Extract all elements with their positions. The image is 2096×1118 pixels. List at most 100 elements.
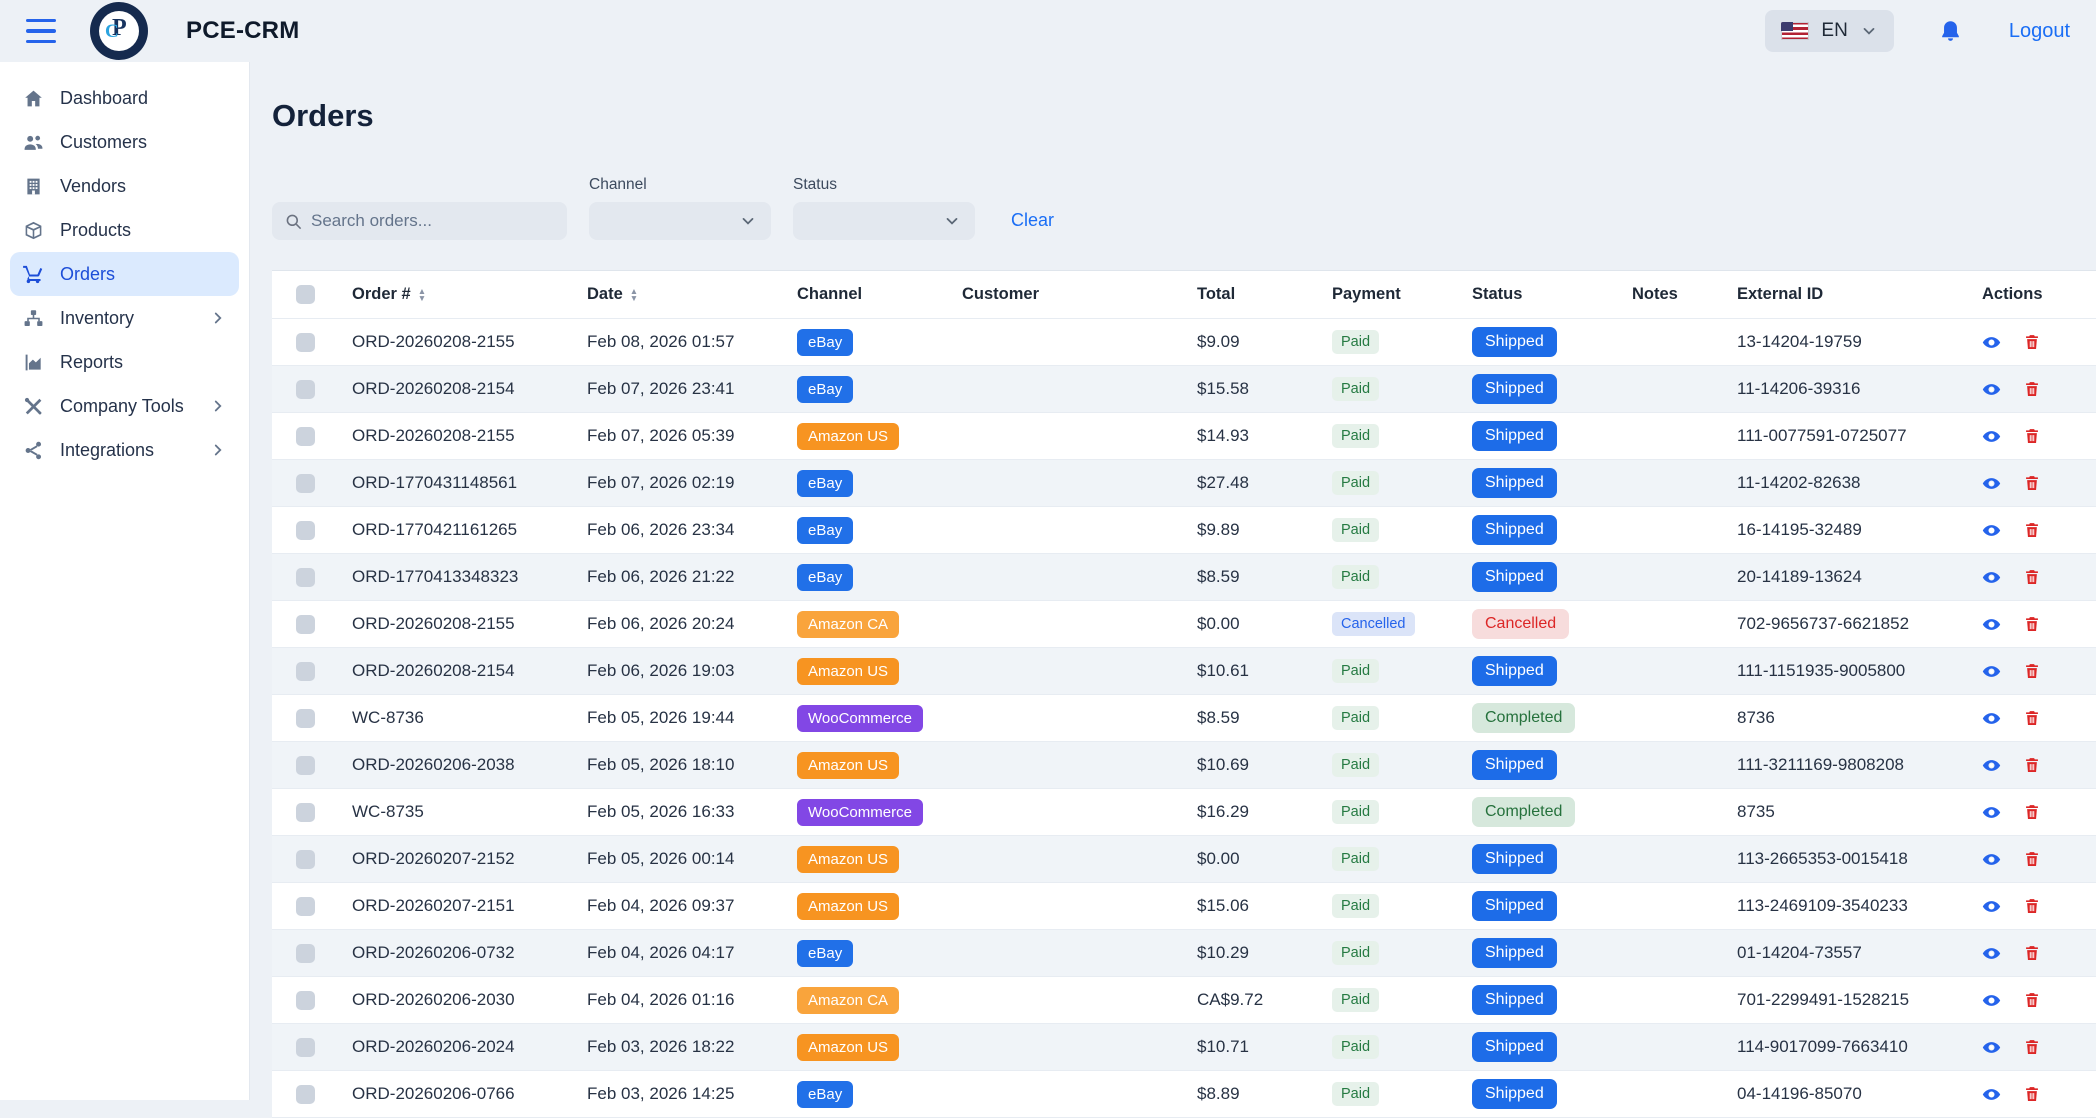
logout-link[interactable]: Logout xyxy=(2009,20,2070,43)
customer-cell xyxy=(962,1075,1197,1114)
sidebar-item-integrations[interactable]: Integrations xyxy=(10,428,239,472)
delete-order-button[interactable] xyxy=(2023,568,2041,586)
filters-bar: Channel Status Clear xyxy=(272,176,2096,240)
delete-order-button[interactable] xyxy=(2023,474,2041,492)
delete-order-button[interactable] xyxy=(2023,897,2041,915)
view-order-button[interactable] xyxy=(1982,333,2001,352)
sort-icon[interactable]: ▲▼ xyxy=(418,288,426,302)
row-checkbox[interactable] xyxy=(296,662,315,681)
view-order-button[interactable] xyxy=(1982,474,2001,493)
sidebar-item-label: Orders xyxy=(60,264,115,285)
view-order-button[interactable] xyxy=(1982,1038,2001,1057)
column-header-customer: Customer xyxy=(962,285,1197,304)
delete-order-button[interactable] xyxy=(2023,427,2041,445)
delete-order-button[interactable] xyxy=(2023,991,2041,1009)
delete-order-button[interactable] xyxy=(2023,850,2041,868)
sidebar-item-dashboard[interactable]: Dashboard xyxy=(10,76,239,120)
order-total: $8.59 xyxy=(1197,708,1332,728)
status-badge: Shipped xyxy=(1472,1079,1557,1109)
row-checkbox[interactable] xyxy=(296,803,315,822)
row-checkbox[interactable] xyxy=(296,615,315,634)
view-order-button[interactable] xyxy=(1982,615,2001,634)
customer-cell xyxy=(962,323,1197,362)
column-header-channel: Channel xyxy=(797,285,962,304)
external-id: 11-14202-82638 xyxy=(1737,473,1982,493)
column-header-date[interactable]: Date▲▼ xyxy=(587,285,797,304)
row-checkbox[interactable] xyxy=(296,568,315,587)
view-order-button[interactable] xyxy=(1982,709,2001,728)
delete-order-button[interactable] xyxy=(2023,756,2041,774)
delete-order-button[interactable] xyxy=(2023,333,2041,351)
status-badge: Shipped xyxy=(1472,374,1557,404)
status-filter-select[interactable] xyxy=(793,202,975,240)
order-number: ORD-20260206-0766 xyxy=(352,1084,587,1104)
view-order-button[interactable] xyxy=(1982,803,2001,822)
delete-order-button[interactable] xyxy=(2023,803,2041,821)
row-checkbox[interactable] xyxy=(296,850,315,869)
view-order-button[interactable] xyxy=(1982,662,2001,681)
view-order-button[interactable] xyxy=(1982,427,2001,446)
search-box[interactable] xyxy=(272,202,567,240)
row-checkbox[interactable] xyxy=(296,756,315,775)
delete-order-button[interactable] xyxy=(2023,1038,2041,1056)
customer-cell xyxy=(962,934,1197,973)
select-all-checkbox[interactable] xyxy=(296,285,315,304)
table-row: ORD-1770421161265 Feb 06, 2026 23:34 eBa… xyxy=(272,507,2096,554)
view-order-button[interactable] xyxy=(1982,1085,2001,1104)
view-order-button[interactable] xyxy=(1982,380,2001,399)
row-checkbox[interactable] xyxy=(296,380,315,399)
row-checkbox[interactable] xyxy=(296,709,315,728)
sidebar-item-reports[interactable]: Reports xyxy=(10,340,239,384)
menu-toggle-button[interactable] xyxy=(26,19,56,43)
external-id: 16-14195-32489 xyxy=(1737,520,1982,540)
clear-filters-link[interactable]: Clear xyxy=(1011,210,1054,231)
sidebar-item-vendors[interactable]: Vendors xyxy=(10,164,239,208)
view-order-button[interactable] xyxy=(1982,944,2001,963)
sidebar-item-label: Integrations xyxy=(60,440,154,461)
sidebar-item-company-tools[interactable]: Company Tools xyxy=(10,384,239,428)
sidebar-item-orders[interactable]: Orders xyxy=(10,252,239,296)
row-checkbox[interactable] xyxy=(296,474,315,493)
row-checkbox[interactable] xyxy=(296,1038,315,1057)
delete-order-button[interactable] xyxy=(2023,662,2041,680)
row-checkbox[interactable] xyxy=(296,897,315,916)
sidebar-item-products[interactable]: Products xyxy=(10,208,239,252)
us-flag-icon xyxy=(1781,22,1809,40)
delete-order-button[interactable] xyxy=(2023,521,2041,539)
view-order-button[interactable] xyxy=(1982,568,2001,587)
channel-filter-select[interactable] xyxy=(589,202,771,240)
row-checkbox[interactable] xyxy=(296,427,315,446)
delete-order-button[interactable] xyxy=(2023,380,2041,398)
view-order-button[interactable] xyxy=(1982,991,2001,1010)
order-total: $14.93 xyxy=(1197,426,1332,446)
column-header-order-[interactable]: Order #▲▼ xyxy=(352,285,587,304)
table-row: ORD-20260206-2024 Feb 03, 2026 18:22 Ama… xyxy=(272,1024,2096,1071)
view-order-button[interactable] xyxy=(1982,897,2001,916)
row-checkbox[interactable] xyxy=(296,991,315,1010)
external-id: 13-14204-19759 xyxy=(1737,332,1982,352)
delete-order-button[interactable] xyxy=(2023,944,2041,962)
delete-order-button[interactable] xyxy=(2023,1085,2041,1103)
sort-icon[interactable]: ▲▼ xyxy=(630,288,638,302)
search-input[interactable] xyxy=(311,211,555,231)
channel-badge: Amazon US xyxy=(797,846,899,873)
sidebar-item-inventory[interactable]: Inventory xyxy=(10,296,239,340)
row-checkbox[interactable] xyxy=(296,521,315,540)
sidebar-item-customers[interactable]: Customers xyxy=(10,120,239,164)
delete-order-button[interactable] xyxy=(2023,709,2041,727)
channel-badge: eBay xyxy=(797,329,853,356)
row-checkbox[interactable] xyxy=(296,944,315,963)
view-order-button[interactable] xyxy=(1982,850,2001,869)
channel-badge: Amazon US xyxy=(797,1034,899,1061)
view-order-button[interactable] xyxy=(1982,756,2001,775)
customer-cell xyxy=(962,370,1197,409)
language-selector[interactable]: EN xyxy=(1765,10,1893,52)
row-checkbox[interactable] xyxy=(296,333,315,352)
delete-order-button[interactable] xyxy=(2023,615,2041,633)
view-order-button[interactable] xyxy=(1982,521,2001,540)
row-checkbox[interactable] xyxy=(296,1085,315,1104)
order-total: CA$9.72 xyxy=(1197,990,1332,1010)
notifications-button[interactable] xyxy=(1938,19,1963,44)
order-total: $27.48 xyxy=(1197,473,1332,493)
table-row: ORD-20260208-2155 Feb 07, 2026 05:39 Ama… xyxy=(272,413,2096,460)
